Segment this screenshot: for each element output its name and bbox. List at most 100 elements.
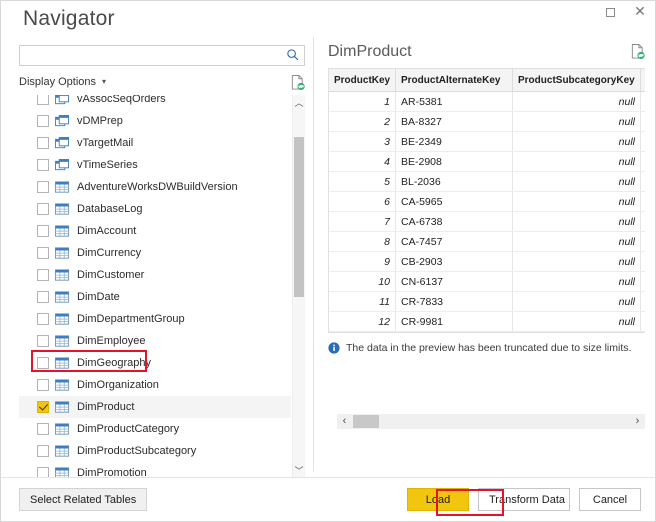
tree-item-dimdepartmentgroup[interactable]: DimDepartmentGroup [19,308,291,330]
table-row: 8CA-7457null [329,232,645,252]
table-icon [55,269,70,282]
checkbox-vassocseqorders[interactable] [37,95,49,105]
search-input[interactable] [19,45,305,66]
tree-item-label: DimAccount [77,225,136,237]
tree-item-label: DimProductCategory [77,423,179,435]
table-header-row: ProductKeyProductAlternateKeyProductSubc… [329,69,645,92]
tree-item-label: DimEmployee [77,335,145,347]
source-tree-pane: Display Options ▾ vAssocSeqOrders vDMPrep… [1,29,313,477]
table-cell: null [513,132,641,152]
checkbox-dimproduct[interactable] [37,401,49,413]
checkbox-vtimeseries[interactable] [37,159,49,171]
scroll-right-arrow-icon[interactable]: › [630,416,645,427]
checkbox-dimproductsubcategory[interactable] [37,445,49,457]
table-cell: CB-2903 [396,252,513,272]
table-cell: null [513,152,641,172]
tree-item-vassocseqorders[interactable]: vAssocSeqOrders [19,95,291,110]
tree-item-dimorganization[interactable]: DimOrganization [19,374,291,396]
tree-item-dimcurrency[interactable]: DimCurrency [19,242,291,264]
table-cell [641,172,646,192]
column-header-productkey[interactable]: ProductKey [329,69,396,92]
search-icon[interactable] [286,48,300,62]
table-cell: 11 [329,292,396,312]
transform-data-button[interactable]: Transform Data [478,488,570,511]
view-icon [55,137,70,150]
checkbox-vdmprep[interactable] [37,115,49,127]
table-cell [641,272,646,292]
view-icon [55,115,70,128]
tree-item-dimdate[interactable]: DimDate [19,286,291,308]
select-related-tables-button[interactable]: Select Related Tables [19,488,147,511]
object-tree[interactable]: vAssocSeqOrders vDMPrep vTargetMail vTimeSe… [19,95,291,477]
table-icon [55,423,70,436]
table-cell: 5 [329,172,396,192]
tree-item-dimpromotion[interactable]: DimPromotion [19,462,291,477]
table-cell: CR-7833 [396,292,513,312]
checkbox-dimaccount[interactable] [37,225,49,237]
preview-horizontal-scrollbar[interactable]: ‹ › [337,414,645,429]
checkbox-dimdate[interactable] [37,291,49,303]
close-button[interactable]: ✕ [625,1,655,23]
table-row: 3BE-2349null [329,132,645,152]
checkbox-dimpromotion[interactable] [37,467,49,477]
tree-item-databaselog[interactable]: DatabaseLog [19,198,291,220]
tree-item-dimproductcategory[interactable]: DimProductCategory [19,418,291,440]
checkbox-dimcustomer[interactable] [37,269,49,281]
tree-item-vtargetmail[interactable]: vTargetMail [19,132,291,154]
table-cell: 4 [329,152,396,172]
table-cell: BE-2349 [396,132,513,152]
column-header-productalternatekey[interactable]: ProductAlternateKey [396,69,513,92]
table-row: 7CA-6738null [329,212,645,232]
column-header-weigh[interactable]: Weigh [641,69,646,92]
table-cell: BA-8327 [396,112,513,132]
scroll-up-arrow-icon[interactable]: ︿ [293,95,305,109]
tree-vertical-scrollbar[interactable]: ︿ ﹀ [292,95,305,477]
display-options-row: Display Options ▾ [19,73,305,91]
column-header-productsubcategorykey[interactable]: ProductSubcategoryKey [513,69,641,92]
checkbox-dimcurrency[interactable] [37,247,49,259]
tree-item-dimgeography[interactable]: DimGeography [19,352,291,374]
tree-item-label: DimCurrency [77,247,141,259]
table-icon [55,291,70,304]
preview-grid-wrapper: ProductKeyProductAlternateKeyProductSubc… [328,68,645,333]
tree-item-dimemployee[interactable]: DimEmployee [19,330,291,352]
tree-item-label: vTimeSeries [77,159,138,171]
document-refresh-icon[interactable] [290,74,305,91]
checkbox-vtargetmail[interactable] [37,137,49,149]
preview-scroll-thumb[interactable] [353,415,379,428]
tree-item-label: DimProductSubcategory [77,445,196,457]
checkbox-dimgeography[interactable] [37,357,49,369]
tree-item-dimproductsubcategory[interactable]: DimProductSubcategory [19,440,291,462]
table-icon [55,401,70,414]
tree-item-dimcustomer[interactable]: DimCustomer [19,264,291,286]
maximize-button[interactable] [595,1,625,23]
navigator-dialog: Navigator ✕ Display Options [0,0,656,522]
preview-refresh-icon[interactable] [630,43,645,60]
table-icon [55,357,70,370]
tree-item-label: vDMPrep [77,115,123,127]
table-cell [641,292,646,312]
load-button[interactable]: Load [407,488,469,511]
cancel-button[interactable]: Cancel [579,488,641,511]
checkbox-databaselog[interactable] [37,203,49,215]
table-cell: 7 [329,212,396,232]
tree-item-vtimeseries[interactable]: vTimeSeries [19,154,291,176]
table-cell [641,132,646,152]
checkbox-dimorganization[interactable] [37,379,49,391]
tree-item-dimproduct[interactable]: DimProduct [19,396,291,418]
table-cell: 12 [329,312,396,332]
checkbox-adventureworksdwbuildversion[interactable] [37,181,49,193]
chevron-down-icon[interactable]: ▾ [102,78,106,86]
table-row: 12CR-9981null [329,312,645,332]
tree-item-dimaccount[interactable]: DimAccount [19,220,291,242]
checkbox-dimemployee[interactable] [37,335,49,347]
view-icon [55,95,70,106]
scroll-left-arrow-icon[interactable]: ‹ [337,416,352,427]
checkbox-dimdepartmentgroup[interactable] [37,313,49,325]
tree-item-adventureworksdwbuildversion[interactable]: AdventureWorksDWBuildVersion [19,176,291,198]
scroll-down-arrow-icon[interactable]: ﹀ [293,463,305,477]
checkbox-dimproductcategory[interactable] [37,423,49,435]
display-options-label[interactable]: Display Options [19,76,96,88]
tree-item-vdmprep[interactable]: vDMPrep [19,110,291,132]
tree-scroll-thumb[interactable] [294,137,304,297]
